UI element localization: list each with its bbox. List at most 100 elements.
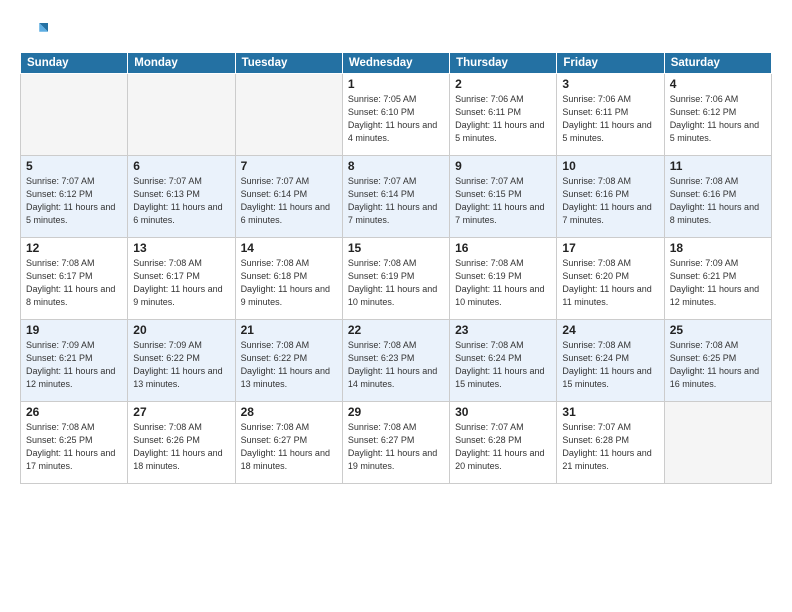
day-number: 11 [670,159,766,173]
table-row: 17 Sunrise: 7:08 AM Sunset: 6:20 PM Dayl… [557,238,664,320]
day-info: Sunrise: 7:08 AM Sunset: 6:23 PM Dayligh… [348,339,444,391]
table-row: 3 Sunrise: 7:06 AM Sunset: 6:11 PM Dayli… [557,74,664,156]
table-row: 8 Sunrise: 7:07 AM Sunset: 6:14 PM Dayli… [342,156,449,238]
table-row: 1 Sunrise: 7:05 AM Sunset: 6:10 PM Dayli… [342,74,449,156]
day-info: Sunrise: 7:08 AM Sunset: 6:26 PM Dayligh… [133,421,229,473]
day-info: Sunrise: 7:08 AM Sunset: 6:19 PM Dayligh… [348,257,444,309]
calendar-week-row: 5 Sunrise: 7:07 AM Sunset: 6:12 PM Dayli… [21,156,772,238]
day-info: Sunrise: 7:08 AM Sunset: 6:22 PM Dayligh… [241,339,337,391]
day-number: 22 [348,323,444,337]
day-number: 16 [455,241,551,255]
day-info: Sunrise: 7:08 AM Sunset: 6:25 PM Dayligh… [26,421,122,473]
day-number: 14 [241,241,337,255]
day-number: 23 [455,323,551,337]
calendar-week-row: 1 Sunrise: 7:05 AM Sunset: 6:10 PM Dayli… [21,74,772,156]
day-number: 2 [455,77,551,91]
table-row: 9 Sunrise: 7:07 AM Sunset: 6:15 PM Dayli… [450,156,557,238]
table-row: 25 Sunrise: 7:08 AM Sunset: 6:25 PM Dayl… [664,320,771,402]
day-number: 24 [562,323,658,337]
day-info: Sunrise: 7:08 AM Sunset: 6:24 PM Dayligh… [455,339,551,391]
day-info: Sunrise: 7:07 AM Sunset: 6:12 PM Dayligh… [26,175,122,227]
day-number: 9 [455,159,551,173]
table-row: 26 Sunrise: 7:08 AM Sunset: 6:25 PM Dayl… [21,402,128,484]
table-row: 22 Sunrise: 7:08 AM Sunset: 6:23 PM Dayl… [342,320,449,402]
day-info: Sunrise: 7:08 AM Sunset: 6:27 PM Dayligh… [348,421,444,473]
table-row: 14 Sunrise: 7:08 AM Sunset: 6:18 PM Dayl… [235,238,342,320]
day-info: Sunrise: 7:06 AM Sunset: 6:11 PM Dayligh… [562,93,658,145]
table-row: 5 Sunrise: 7:07 AM Sunset: 6:12 PM Dayli… [21,156,128,238]
calendar-week-row: 26 Sunrise: 7:08 AM Sunset: 6:25 PM Dayl… [21,402,772,484]
day-number: 6 [133,159,229,173]
table-row: 16 Sunrise: 7:08 AM Sunset: 6:19 PM Dayl… [450,238,557,320]
day-number: 3 [562,77,658,91]
table-row: 24 Sunrise: 7:08 AM Sunset: 6:24 PM Dayl… [557,320,664,402]
table-row: 2 Sunrise: 7:06 AM Sunset: 6:11 PM Dayli… [450,74,557,156]
table-row: 19 Sunrise: 7:09 AM Sunset: 6:21 PM Dayl… [21,320,128,402]
day-info: Sunrise: 7:08 AM Sunset: 6:27 PM Dayligh… [241,421,337,473]
day-number: 31 [562,405,658,419]
table-row: 13 Sunrise: 7:08 AM Sunset: 6:17 PM Dayl… [128,238,235,320]
day-number: 15 [348,241,444,255]
day-info: Sunrise: 7:06 AM Sunset: 6:11 PM Dayligh… [455,93,551,145]
day-info: Sunrise: 7:06 AM Sunset: 6:12 PM Dayligh… [670,93,766,145]
day-info: Sunrise: 7:09 AM Sunset: 6:21 PM Dayligh… [26,339,122,391]
day-info: Sunrise: 7:08 AM Sunset: 6:17 PM Dayligh… [26,257,122,309]
col-tuesday: Tuesday [235,53,342,74]
day-number: 25 [670,323,766,337]
day-number: 7 [241,159,337,173]
day-number: 18 [670,241,766,255]
day-info: Sunrise: 7:05 AM Sunset: 6:10 PM Dayligh… [348,93,444,145]
day-info: Sunrise: 7:08 AM Sunset: 6:25 PM Dayligh… [670,339,766,391]
day-number: 27 [133,405,229,419]
col-thursday: Thursday [450,53,557,74]
day-info: Sunrise: 7:08 AM Sunset: 6:16 PM Dayligh… [562,175,658,227]
day-number: 13 [133,241,229,255]
table-row: 10 Sunrise: 7:08 AM Sunset: 6:16 PM Dayl… [557,156,664,238]
table-row [21,74,128,156]
calendar-week-row: 12 Sunrise: 7:08 AM Sunset: 6:17 PM Dayl… [21,238,772,320]
table-row [664,402,771,484]
day-number: 29 [348,405,444,419]
table-row: 28 Sunrise: 7:08 AM Sunset: 6:27 PM Dayl… [235,402,342,484]
col-saturday: Saturday [664,53,771,74]
table-row: 7 Sunrise: 7:07 AM Sunset: 6:14 PM Dayli… [235,156,342,238]
day-number: 10 [562,159,658,173]
table-row: 12 Sunrise: 7:08 AM Sunset: 6:17 PM Dayl… [21,238,128,320]
day-info: Sunrise: 7:07 AM Sunset: 6:14 PM Dayligh… [348,175,444,227]
table-row: 15 Sunrise: 7:08 AM Sunset: 6:19 PM Dayl… [342,238,449,320]
day-info: Sunrise: 7:07 AM Sunset: 6:14 PM Dayligh… [241,175,337,227]
table-row: 29 Sunrise: 7:08 AM Sunset: 6:27 PM Dayl… [342,402,449,484]
day-info: Sunrise: 7:07 AM Sunset: 6:13 PM Dayligh… [133,175,229,227]
day-info: Sunrise: 7:08 AM Sunset: 6:19 PM Dayligh… [455,257,551,309]
day-info: Sunrise: 7:07 AM Sunset: 6:28 PM Dayligh… [455,421,551,473]
day-info: Sunrise: 7:08 AM Sunset: 6:18 PM Dayligh… [241,257,337,309]
day-info: Sunrise: 7:07 AM Sunset: 6:15 PM Dayligh… [455,175,551,227]
logo-icon [20,16,48,44]
day-number: 12 [26,241,122,255]
calendar-header-row: Sunday Monday Tuesday Wednesday Thursday… [21,53,772,74]
calendar-page: Sunday Monday Tuesday Wednesday Thursday… [0,0,792,612]
table-row: 20 Sunrise: 7:09 AM Sunset: 6:22 PM Dayl… [128,320,235,402]
day-number: 5 [26,159,122,173]
header [20,16,772,44]
day-number: 28 [241,405,337,419]
day-number: 4 [670,77,766,91]
day-info: Sunrise: 7:07 AM Sunset: 6:28 PM Dayligh… [562,421,658,473]
day-info: Sunrise: 7:08 AM Sunset: 6:24 PM Dayligh… [562,339,658,391]
table-row: 31 Sunrise: 7:07 AM Sunset: 6:28 PM Dayl… [557,402,664,484]
day-info: Sunrise: 7:08 AM Sunset: 6:16 PM Dayligh… [670,175,766,227]
day-number: 21 [241,323,337,337]
table-row: 11 Sunrise: 7:08 AM Sunset: 6:16 PM Dayl… [664,156,771,238]
day-info: Sunrise: 7:08 AM Sunset: 6:20 PM Dayligh… [562,257,658,309]
col-monday: Monday [128,53,235,74]
day-number: 26 [26,405,122,419]
day-number: 19 [26,323,122,337]
col-sunday: Sunday [21,53,128,74]
day-info: Sunrise: 7:09 AM Sunset: 6:21 PM Dayligh… [670,257,766,309]
logo [20,16,52,44]
table-row: 4 Sunrise: 7:06 AM Sunset: 6:12 PM Dayli… [664,74,771,156]
day-number: 17 [562,241,658,255]
col-friday: Friday [557,53,664,74]
table-row: 18 Sunrise: 7:09 AM Sunset: 6:21 PM Dayl… [664,238,771,320]
day-number: 30 [455,405,551,419]
